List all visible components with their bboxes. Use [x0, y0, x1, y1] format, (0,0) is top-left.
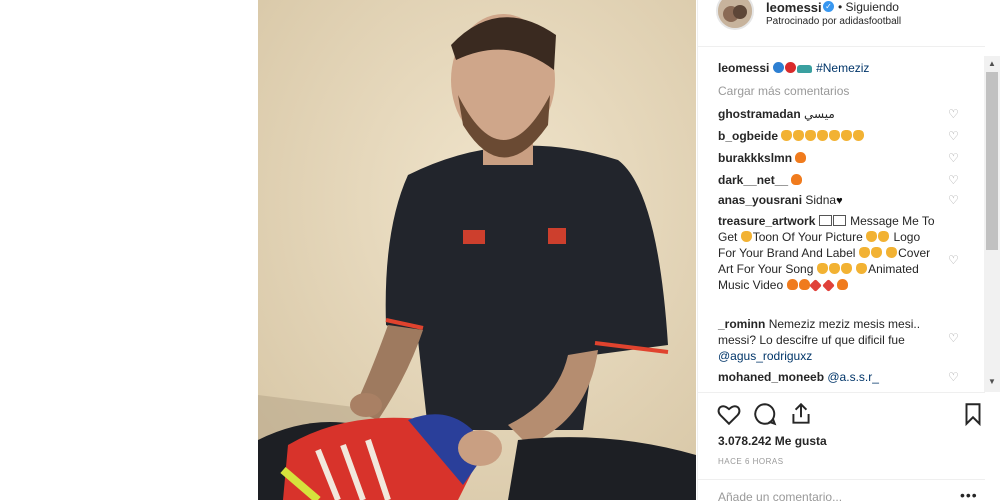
like-comment-heart-icon[interactable]: ♡: [948, 130, 960, 142]
post-photo-illustration: [258, 0, 696, 500]
clap-emoji-icon: [841, 130, 853, 141]
comment-text-line: Message Me: [850, 214, 919, 228]
clap-emoji-icon: [781, 130, 793, 141]
comment: ghostramadan ميسي: [718, 106, 940, 122]
comment-username[interactable]: b_ogbeide: [718, 129, 778, 143]
black-heart-emoji-icon: ♥: [836, 195, 843, 207]
like-comment-heart-icon[interactable]: ♡: [948, 174, 960, 186]
fire-emoji-icon: [798, 279, 810, 290]
comment-username[interactable]: anas_yousrani: [718, 193, 802, 207]
comment-bubble-icon[interactable]: [752, 401, 778, 427]
point-emoji-icon: [840, 263, 852, 274]
clap-emoji-icon: [829, 130, 841, 141]
scroll-up-arrow-icon[interactable]: ▲: [984, 56, 1000, 72]
post-photo[interactable]: [258, 0, 696, 500]
like-comment-heart-icon[interactable]: ♡: [948, 332, 960, 344]
caption-hashtag[interactable]: #Nemeziz: [816, 61, 869, 75]
comment-text-line: Toon Of Your Picture: [752, 230, 863, 244]
follow-status[interactable]: • Siguiendo: [838, 0, 899, 14]
avatar-image: [718, 0, 752, 28]
point-emoji-icon: [858, 247, 870, 258]
like-comment-heart-icon[interactable]: ♡: [948, 108, 960, 120]
comment-text: Sidna: [805, 193, 837, 207]
scrollbar-thumb[interactable]: [986, 72, 998, 250]
post-side-panel: leomessi ✓ • Siguiendo Patrocinado por a…: [697, 0, 986, 504]
comment: mohaned_moneeb @a.s.s.r_: [718, 369, 940, 385]
comment-mention[interactable]: @a.s.s.r_: [827, 370, 879, 384]
like-comment-heart-icon[interactable]: ♡: [948, 152, 960, 164]
point-emoji-icon: [828, 263, 840, 274]
share-icon[interactable]: [788, 401, 814, 427]
header-username[interactable]: leomessi: [766, 0, 822, 15]
caption: leomessi #Nemeziz: [718, 60, 940, 76]
blue-circle-emoji-icon: [772, 62, 784, 73]
comment: anas_yousrani Sidna♥: [718, 192, 940, 209]
like-comment-heart-icon[interactable]: ♡: [948, 371, 960, 383]
like-comment-heart-icon[interactable]: ♡: [948, 254, 960, 266]
comment-username[interactable]: treasure_artwork: [718, 214, 815, 228]
comment-username[interactable]: burakkkslmn: [718, 151, 792, 165]
red-circle-emoji-icon: [784, 62, 796, 73]
point-emoji-icon: [866, 231, 878, 242]
point-emoji-icon: [886, 247, 898, 258]
clap-emoji-icon: [793, 130, 805, 141]
comment: dark__net__: [718, 172, 940, 188]
post-actions: 3.078.242 Me gusta HACE 6 HORAS Añade un…: [698, 392, 986, 504]
point-emoji-icon: [878, 231, 890, 242]
likes-count[interactable]: 3.078.242 Me gusta: [718, 434, 827, 448]
point-emoji-icon: [816, 263, 828, 274]
anger-emoji-icon: [821, 279, 835, 292]
scroll-down-arrow-icon[interactable]: ▼: [984, 374, 1000, 390]
left-blank-area: [0, 0, 258, 500]
fire-emoji-icon: [786, 279, 798, 290]
more-options-icon[interactable]: •••: [960, 487, 978, 503]
point-emoji-icon: [856, 263, 868, 274]
like-heart-icon[interactable]: [716, 401, 742, 427]
point-emoji-icon: [740, 231, 752, 242]
caption-username[interactable]: leomessi: [718, 61, 769, 75]
verified-badge-icon: ✓: [823, 1, 834, 12]
page-scrollbar[interactable]: ▲ ▼: [984, 56, 1000, 392]
comment: _rominn Nemeziz meziz mesis mesi.. messi…: [718, 316, 940, 364]
fire-emoji-icon: [837, 279, 849, 290]
shoe-emoji-icon: [796, 65, 812, 73]
comment-mention[interactable]: @agus_rodriguxz: [718, 349, 812, 363]
user-avatar[interactable]: [716, 0, 754, 30]
clap-emoji-icon: [805, 130, 817, 141]
clap-emoji-icon: [853, 130, 865, 141]
comment-text: ميسي: [804, 107, 835, 121]
anger-emoji-icon: [808, 279, 822, 292]
clap-emoji-icon: [817, 130, 829, 141]
comment-text-line: Nemeziz meziz mesis mesi..: [768, 317, 921, 331]
divider: [698, 479, 985, 480]
comment-username[interactable]: dark__net__: [718, 173, 788, 187]
comment-username[interactable]: _rominn: [718, 317, 765, 331]
comment-username[interactable]: ghostramadan: [718, 107, 801, 121]
sponsored-label[interactable]: Patrocinado por adidasfootball: [766, 16, 901, 27]
like-comment-heart-icon[interactable]: ♡: [948, 194, 960, 206]
comment-text-line: messi? Lo descifre uf que dificil fue: [718, 333, 905, 347]
comment: treasure_artwork Message Me To Get Toon …: [718, 213, 940, 293]
comment: b_ogbeide: [718, 128, 940, 144]
fire-emoji-icon: [791, 174, 803, 185]
point-emoji-icon: [870, 247, 882, 258]
comment: burakkkslmn: [718, 150, 940, 166]
inbox-emoji-icon: [832, 215, 846, 226]
fire-emoji-icon: [795, 152, 807, 163]
post-timestamp[interactable]: HACE 6 HORAS: [718, 457, 784, 466]
load-more-comments[interactable]: Cargar más comentarios: [718, 84, 849, 98]
comments-list: leomessi #Nemeziz Cargar más comentarios…: [698, 58, 968, 390]
inbox-emoji-icon: [818, 215, 832, 226]
bookmark-icon[interactable]: [960, 401, 986, 427]
post-header: leomessi ✓ • Siguiendo Patrocinado por a…: [698, 0, 985, 47]
add-comment-input[interactable]: Añade un comentario...: [718, 490, 842, 504]
comment-username[interactable]: mohaned_moneeb: [718, 370, 824, 384]
